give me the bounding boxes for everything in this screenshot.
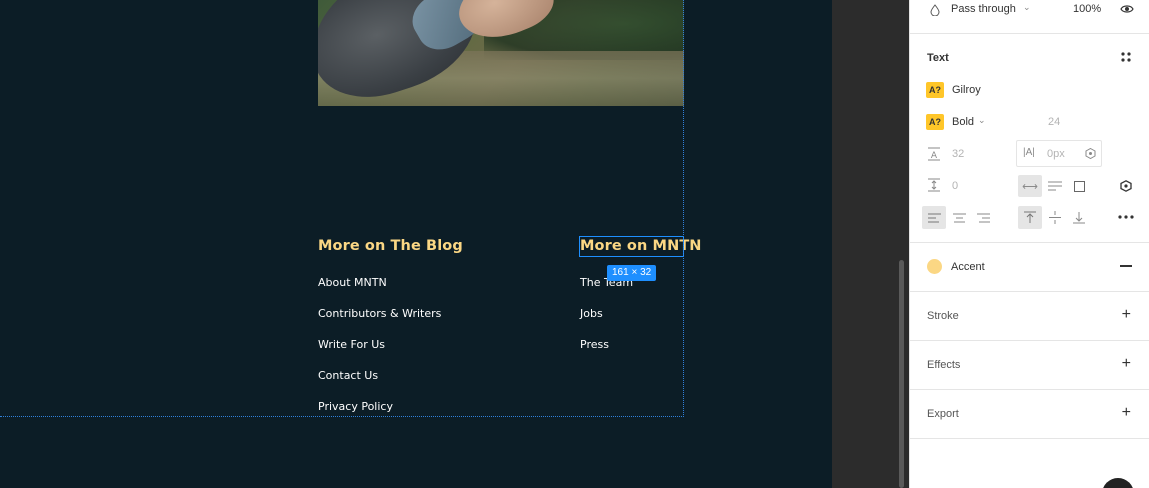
- auto-width-icon[interactable]: ⟷: [1018, 175, 1042, 197]
- text-selection-box[interactable]: [579, 236, 684, 257]
- fill-color-swatch[interactable]: [927, 259, 942, 274]
- mntn-link-press[interactable]: Press: [580, 338, 609, 351]
- divider: [910, 242, 1149, 243]
- more-options-icon[interactable]: [1118, 215, 1134, 219]
- stroke-section-title: Stroke: [927, 310, 959, 322]
- blog-link-about[interactable]: About MNTN: [318, 276, 387, 289]
- font-family-field[interactable]: Gilroy: [952, 84, 981, 96]
- canvas-margin: [832, 0, 909, 488]
- design-canvas[interactable]: More on The Blog About MNTN Contributors…: [0, 0, 832, 488]
- export-section-title: Export: [927, 408, 959, 420]
- blend-mode-select[interactable]: Pass through: [951, 3, 1016, 15]
- frame-boundary-right: [683, 0, 684, 417]
- letter-spacing-input[interactable]: |A| 0px: [1016, 140, 1102, 167]
- effects-section-title: Effects: [927, 359, 961, 371]
- blog-link-privacy[interactable]: Privacy Policy: [318, 400, 393, 413]
- text-styles-grid-icon[interactable]: [1121, 52, 1131, 62]
- align-top-icon[interactable]: [1018, 206, 1042, 229]
- font-weight-select[interactable]: Bold: [952, 116, 974, 128]
- help-button[interactable]: [1102, 478, 1134, 488]
- divider: [910, 340, 1149, 341]
- align-right-icon[interactable]: [971, 206, 995, 229]
- blog-link-contact[interactable]: Contact Us: [318, 369, 378, 382]
- blend-drop-icon: [930, 4, 940, 16]
- add-stroke-icon[interactable]: +: [1122, 307, 1131, 323]
- fill-style-name[interactable]: Accent: [951, 261, 985, 273]
- font-size-field[interactable]: 24: [1048, 116, 1060, 128]
- divider: [910, 33, 1149, 34]
- paragraph-spacing-icon: [928, 178, 940, 192]
- selection-size-badge: 161 × 32: [607, 265, 657, 281]
- opacity-value[interactable]: 100%: [1073, 3, 1101, 15]
- variable-hex-icon[interactable]: [1085, 148, 1096, 159]
- auto-height-icon[interactable]: [1043, 175, 1067, 197]
- text-settings-hex-icon[interactable]: [1120, 180, 1132, 192]
- chevron-down-icon[interactable]: ⌄: [1023, 2, 1031, 13]
- divider: [910, 291, 1149, 292]
- align-left-icon[interactable]: [922, 206, 946, 229]
- blog-column-title[interactable]: More on The Blog: [318, 238, 463, 254]
- paragraph-spacing-field[interactable]: 0: [952, 180, 958, 192]
- fixed-size-icon[interactable]: [1067, 175, 1091, 197]
- remove-fill-icon[interactable]: [1120, 265, 1132, 267]
- svg-text:A: A: [931, 151, 938, 161]
- text-section-title: Text: [927, 52, 949, 64]
- blog-link-contributors[interactable]: Contributors & Writers: [318, 307, 441, 320]
- blog-link-write[interactable]: Write For Us: [318, 338, 385, 351]
- line-height-icon: A: [928, 147, 940, 161]
- font-style-chip[interactable]: A?: [926, 82, 944, 98]
- layer-row: Pass through ⌄ 100%: [910, 0, 1149, 33]
- divider: [910, 438, 1149, 439]
- line-height-field[interactable]: 32: [952, 148, 964, 160]
- canvas-scrollbar[interactable]: [899, 260, 904, 488]
- mntn-link-jobs[interactable]: Jobs: [580, 307, 603, 320]
- letter-spacing-value: 0px: [1047, 148, 1065, 160]
- chevron-down-icon[interactable]: ⌄: [978, 115, 986, 126]
- align-middle-icon[interactable]: [1043, 206, 1067, 229]
- eye-icon[interactable]: [1120, 4, 1134, 14]
- font-weight-chip[interactable]: A?: [926, 114, 944, 130]
- letter-spacing-icon: |A|: [1023, 147, 1035, 158]
- hero-photo[interactable]: [318, 0, 684, 106]
- divider: [910, 389, 1149, 390]
- align-center-icon[interactable]: [947, 206, 971, 229]
- align-bottom-icon[interactable]: [1067, 206, 1091, 229]
- add-effect-icon[interactable]: +: [1122, 356, 1131, 372]
- frame-boundary-bottom: [0, 416, 684, 417]
- add-export-icon[interactable]: +: [1122, 405, 1131, 421]
- inspector-panel: Pass through ⌄ 100% Text A? Gilroy A? Bo…: [909, 0, 1149, 488]
